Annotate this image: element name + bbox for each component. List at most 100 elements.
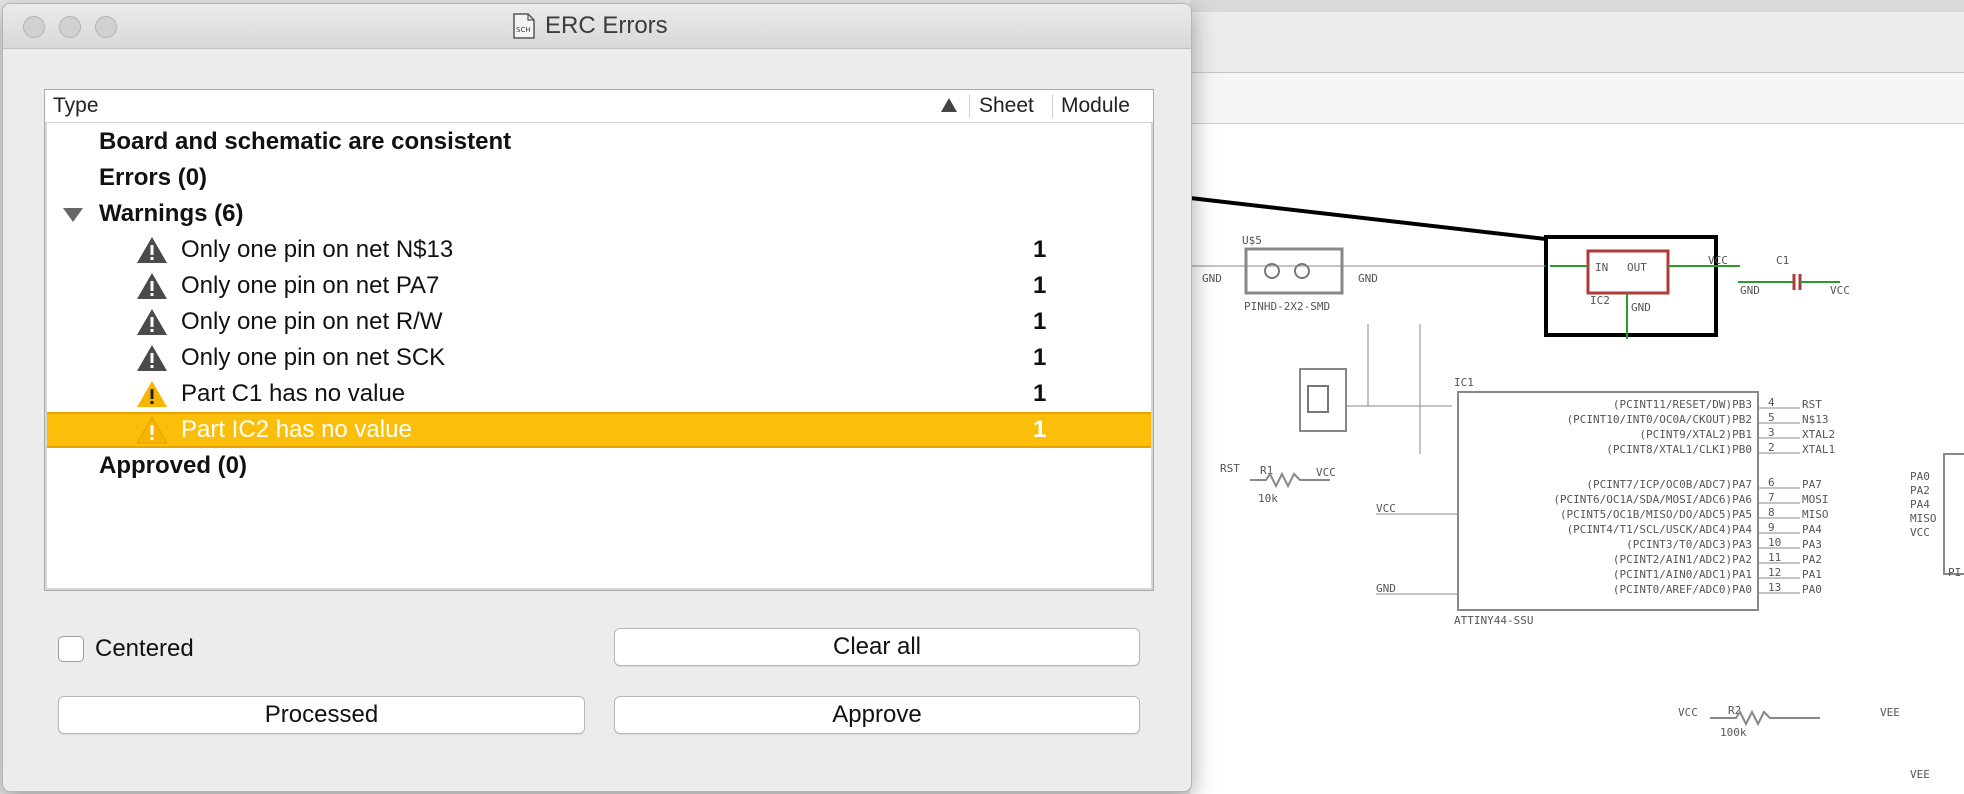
bg-toolbar [1190, 12, 1964, 73]
r1-value: 10k [1258, 492, 1278, 505]
gnd-net-3: GND [1740, 284, 1760, 297]
rst-net-1: RST [1220, 462, 1240, 475]
warning-gray-icon [137, 309, 167, 335]
warning-gray-icon [137, 345, 167, 371]
ic1-pin-name: (PCINT5/OC1B/MISO/DO/ADC5)PA5 [1560, 508, 1752, 521]
tree-row-warnings[interactable]: Warnings (6) [47, 196, 1151, 232]
ic1-pin-name: (PCINT9/XTAL2)PB1 [1639, 428, 1752, 441]
ic1-net-name: XTAL1 [1802, 443, 1835, 456]
ic1-net-name: RST [1802, 398, 1822, 411]
far-right-net-name: PA4 [1910, 498, 1930, 511]
tree-row-warning[interactable]: Part C1 has no value 1 [47, 376, 1151, 412]
tree-row-warning-selected[interactable]: Part IC2 has no value 1 [47, 412, 1151, 448]
gnd-net-2: GND [1358, 272, 1378, 285]
erc-errors-dialog: SCH ERC Errors Type Sheet Module Board a… [2, 3, 1192, 792]
ic1-pin-name: (PCINT1/AIN0/ADC1)PA1 [1613, 568, 1752, 581]
ic1-net-name: PA3 [1802, 538, 1822, 551]
tree-row-warning[interactable]: Only one pin on net PA7 1 [47, 268, 1151, 304]
ic1-pin-number: 2 [1768, 441, 1775, 454]
warning-gray-icon [137, 237, 167, 263]
ic1-net-name: XTAL2 [1802, 428, 1835, 441]
tree-row-consistency[interactable]: Board and schematic are consistent [47, 124, 1151, 160]
far-right-net-name: MISO [1910, 512, 1937, 525]
ic1-pin-labels: (PCINT11/RESET/DW)PB3 4 RST (PCINT10/INT0/O… [1553, 396, 1835, 596]
erc-results-tree[interactable]: Type Sheet Module Board and schematic ar… [44, 89, 1154, 591]
attiny-label: ATTINY44-SSU [1454, 614, 1533, 627]
centered-label[interactable]: Centered [95, 635, 194, 663]
ic1-label: IC1 [1454, 376, 1474, 389]
u5-label: U$5 [1242, 234, 1262, 247]
tree-row-warning[interactable]: Only one pin on net SCK 1 [47, 340, 1151, 376]
warning-yellow-icon [136, 415, 168, 444]
zoom-window-button[interactable] [95, 16, 117, 38]
ic1-net-name: MISO [1802, 508, 1829, 521]
ic1-pin-number: 10 [1768, 536, 1781, 549]
tree-row-errors[interactable]: Errors (0) [47, 160, 1151, 196]
ic1-net-name: PA4 [1802, 523, 1822, 536]
ic1-pin-name: (PCINT11/RESET/DW)PB3 [1613, 398, 1752, 411]
ic1-pin-name: (PCINT8/XTAL1/CLKI)PB0 [1606, 443, 1752, 456]
svg-text:SCH: SCH [516, 26, 531, 34]
window-title-text: ERC Errors [545, 12, 668, 39]
close-window-button[interactable] [23, 16, 45, 38]
ic1-pin-number: 12 [1768, 566, 1781, 579]
schematic-document-icon: SCH [513, 13, 535, 39]
ic1-pin-number: 4 [1768, 396, 1775, 409]
ic2-in-label: IN [1595, 261, 1608, 274]
tree-row-approved[interactable]: Approved (0) [47, 448, 1151, 484]
ic1-pin-name: (PCINT10/INT0/OC0A/CKOUT)PB2 [1567, 413, 1752, 426]
vee-net-1: VEE [1880, 706, 1900, 719]
ic1-pin-name: (PCINT4/T1/SCL/USCK/ADC4)PA4 [1567, 523, 1753, 536]
ic1-pin-name: (PCINT3/T0/ADC3)PA3 [1626, 538, 1752, 551]
tree-row-warning[interactable]: Only one pin on net N$13 1 [47, 232, 1151, 268]
ic1-pin-name: (PCINT0/AREF/ADC0)PA0 [1613, 583, 1752, 596]
clear-all-button[interactable]: Clear all [614, 628, 1140, 666]
schematic-canvas[interactable]: IN OUT IC2 GND VCC U$5 PINHD-2X2-SMD GND… [1190, 124, 1964, 794]
ic2-gnd-label: GND [1631, 301, 1651, 314]
ic1-net-name: PA0 [1802, 583, 1822, 596]
far-right-net-name: PA2 [1910, 484, 1930, 497]
schematic-drawing: IN OUT IC2 GND VCC U$5 PINHD-2X2-SMD GND… [1190, 196, 1964, 781]
ic1-net-name: PA2 [1802, 553, 1822, 566]
processed-button[interactable]: Processed [58, 696, 585, 734]
r2-label: R2 [1728, 704, 1741, 717]
ic1-pin-number: 6 [1768, 476, 1775, 489]
bg-command-bar [1190, 73, 1964, 124]
ic1-pin-number: 9 [1768, 521, 1775, 534]
ic1-pin-name: (PCINT2/AIN1/ADC2)PA2 [1613, 553, 1752, 566]
ic2-label: IC2 [1590, 294, 1610, 307]
column-header-sheet[interactable]: Sheet [979, 94, 1034, 118]
vcc-net-1: VCC [1708, 254, 1728, 267]
vcc-net-3: VCC [1316, 466, 1336, 479]
gnd-net-4: GND [1376, 582, 1396, 595]
far-right-net-labels: PA0PA2PA4MISOVCC [1910, 470, 1937, 539]
ic2-out-label: OUT [1627, 261, 1647, 274]
ic1-net-name: MOSI [1802, 493, 1829, 506]
column-header-type[interactable]: Type [53, 94, 99, 118]
far-right-net-name: PA0 [1910, 470, 1930, 483]
ic1-pin-number: 5 [1768, 411, 1775, 424]
ic1-pin-number: 3 [1768, 426, 1775, 439]
ic1-pin-number: 7 [1768, 491, 1775, 504]
vcc-net-5: VCC [1678, 706, 1698, 719]
warning-gray-icon [137, 273, 167, 299]
ic1-net-name: PA7 [1802, 478, 1822, 491]
window-title: SCH ERC Errors [513, 12, 668, 40]
approve-button[interactable]: Approve [614, 696, 1140, 734]
ic1-net-name: N$13 [1802, 413, 1829, 426]
column-header-module[interactable]: Module [1061, 94, 1130, 118]
centered-checkbox[interactable] [58, 636, 84, 662]
pinhd-label: PINHD-2X2-SMD [1244, 300, 1330, 313]
ic1-net-name: PA1 [1802, 568, 1822, 581]
ic1-pin-name: (PCINT7/ICP/OC0B/ADC7)PA7 [1586, 478, 1752, 491]
gnd-net-1: GND [1202, 272, 1222, 285]
ic1-pin-number: 11 [1768, 551, 1781, 564]
ic1-pin-number: 8 [1768, 506, 1775, 519]
tree-row-warning[interactable]: Only one pin on net R/W 1 [47, 304, 1151, 340]
vcc-net-2: VCC [1830, 284, 1850, 297]
title-bar[interactable]: SCH ERC Errors [3, 4, 1191, 49]
warning-yellow-icon [137, 381, 167, 407]
table-header: Type Sheet Module [45, 90, 1153, 123]
minimize-window-button[interactable] [59, 16, 81, 38]
disclosure-triangle-expanded-icon[interactable] [63, 208, 83, 222]
